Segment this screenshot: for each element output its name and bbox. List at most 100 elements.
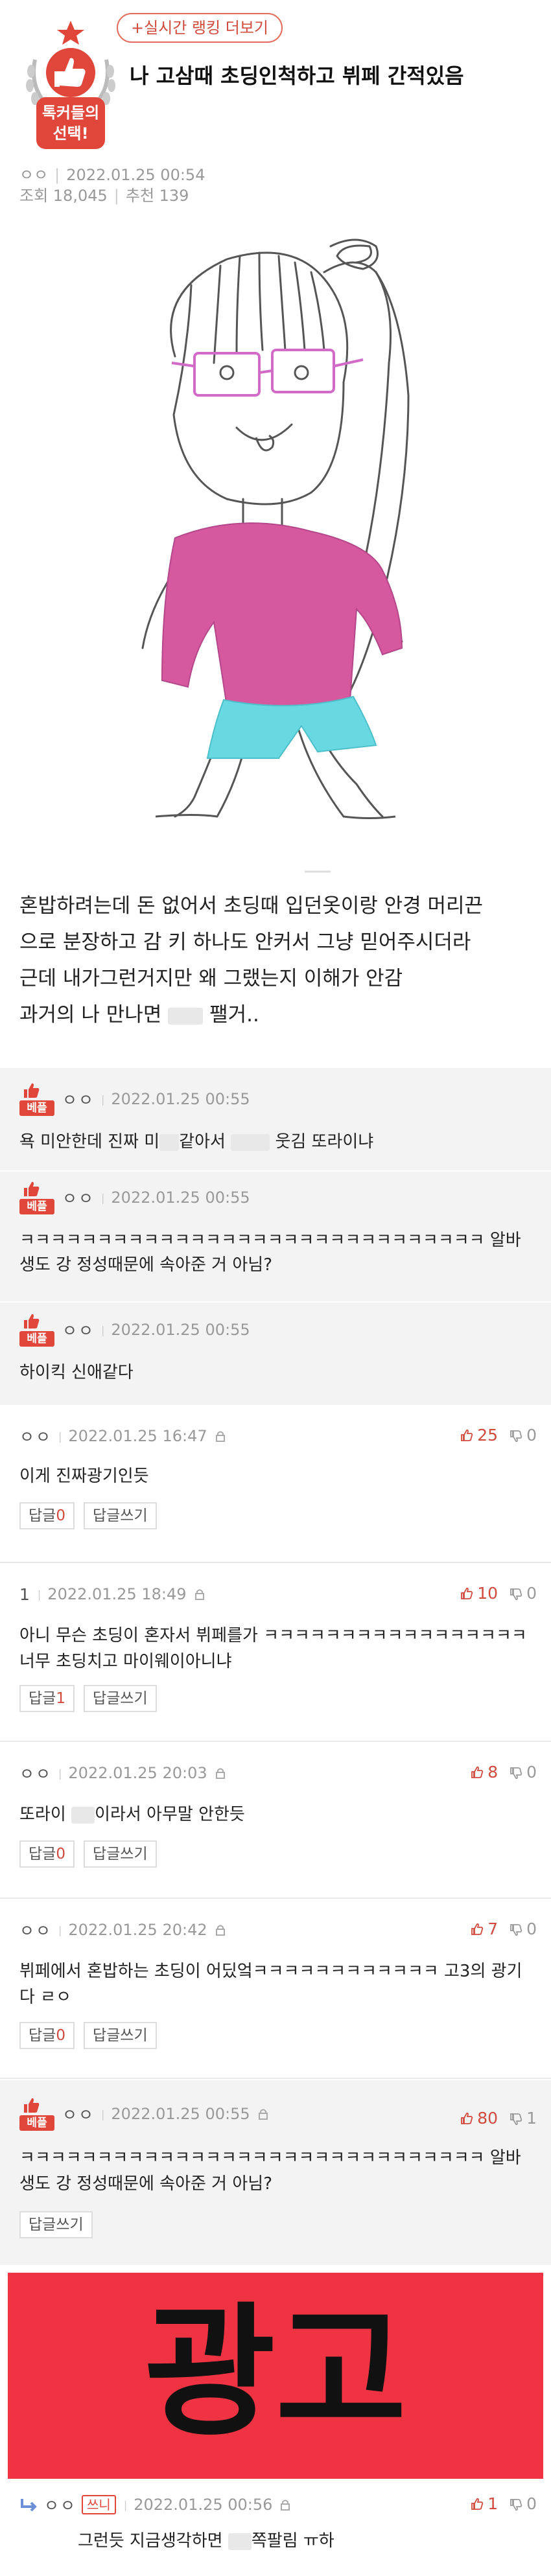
- comment-text-line-1: ㅋㅋㅋㅋㅋㅋㅋㅋㅋㅋㅋㅋㅋㅋㅋㅋㅋㅋㅋㅋㅋㅋㅋㅋㅋㅋㅋㅋㅋㅋ 알바: [19, 2148, 521, 2168]
- post-title: 나 고삼때 초딩인척하고 뷔페 간적있음: [130, 64, 464, 88]
- realtime-ranking-link[interactable]: +실시간 랭킹 더보기: [117, 13, 283, 43]
- thumbs-up-icon[interactable]: [471, 2498, 484, 2511]
- downvote-area: 0: [510, 1584, 537, 1603]
- comment-text-line-1: 뷔페에서 혼밥하는 초딩이 어딨엌ㅋㅋㅋㅋㅋㅋㅋㅋㅋㅋㅋㅋ 고3의 광기: [19, 1962, 522, 1981]
- comment-nick[interactable]: ㅇㅇ: [19, 1424, 52, 1448]
- post-line-1: 혼밥하려는데 돈 없어서 초딩때 입던옷이랑 안경 머리끈: [19, 894, 484, 918]
- upvote-count: 8: [487, 1763, 498, 1781]
- downvote-area: 0: [510, 1763, 537, 1781]
- replies-label: 답글: [29, 1690, 56, 1707]
- talkers-choice-badge: 톡커들의 선택!: [26, 21, 115, 149]
- upvote-count: 80: [477, 2109, 498, 2128]
- best-tag: 베플: [19, 1100, 54, 1116]
- comment-date: 2022.01.25 16:47: [68, 1427, 207, 1445]
- thumbs-down-icon[interactable]: [510, 1767, 522, 1780]
- replies-button[interactable]: 답글1: [19, 1685, 75, 1712]
- best-comments-section: 베플 ㅇㅇ | 2022.01.25 00:55 욕 미안한데 진짜 미 같아서 웃김…: [0, 1068, 551, 1405]
- write-reply-button[interactable]: 답글쓰기: [83, 2022, 157, 2049]
- downvote-count: 1: [526, 2109, 537, 2128]
- thumbs-up-icon[interactable]: [471, 1766, 484, 1779]
- thumbs-up-icon[interactable]: [460, 1587, 473, 1600]
- comment-date: 2022.01.25 00:55: [111, 2105, 250, 2123]
- divider: [0, 1562, 551, 1563]
- author-nick[interactable]: ㅇㅇ: [19, 166, 48, 184]
- post-line-4-b: 팰거..: [209, 1003, 259, 1027]
- comment-nick[interactable]: ㅇㅇ: [62, 2102, 95, 2126]
- lock-icon: [194, 1589, 204, 1600]
- best-badge-icon: 베플: [19, 2097, 54, 2131]
- comment-text-line-1: ㅋㅋㅋㅋㅋㅋㅋㅋㅋㅋㅋㅋㅋㅋㅋㅋㅋㅋㅋㅋㅋㅋㅋㅋㅋㅋㅋㅋㅋㅋ 알바: [19, 1231, 521, 1250]
- comment-text-line-2: 다 ㄹㅇ: [19, 1988, 72, 2007]
- post-line-2: 으로 분장하고 감 키 하나도 안커서 그냥 믿어주시더라: [19, 931, 471, 954]
- redacted-text: [228, 2533, 252, 2550]
- downvote-area: 0: [510, 1426, 537, 1445]
- comment-date: 2022.01.25 20:42: [68, 1921, 207, 1939]
- replies-count: 1: [56, 1690, 65, 1707]
- post-date: 2022.01.25 00:54: [66, 166, 205, 184]
- ad-label: 광고: [145, 2290, 407, 2455]
- divider: [0, 2078, 551, 2079]
- comment-text: 그런듯 지금생각하면 쪽팔림 ㅠ하: [78, 2528, 334, 2554]
- vote-box: 7 0: [471, 1920, 537, 1938]
- lock-icon: [258, 2109, 268, 2120]
- thumbs-down-icon[interactable]: [510, 2498, 522, 2511]
- lock-icon: [215, 1925, 225, 1936]
- comment-nick[interactable]: ㅇㅇ: [62, 1186, 95, 1209]
- replies-count: 0: [56, 2027, 65, 2044]
- post-meta: ㅇㅇ | 2022.01.25 00:54: [19, 166, 205, 184]
- comment-nick[interactable]: ㅇㅇ: [19, 1761, 52, 1785]
- redacted-text: [159, 1133, 180, 1151]
- vote-box: 25 0: [460, 1426, 537, 1445]
- comment-nick[interactable]: 1: [19, 1585, 31, 1604]
- comment-text-a: 또라이: [19, 1805, 66, 1824]
- comment-nick[interactable]: ㅇㅇ: [62, 1087, 95, 1111]
- comment-text-line-2: 생도 강 정성때문에 속아준 거 아님?: [19, 1255, 273, 1275]
- comment-text-line-2: 너무 초딩치고 마이웨이아니냐: [19, 1652, 232, 1671]
- post-drawing-image: [141, 238, 410, 873]
- upvote-count: 7: [487, 1920, 498, 1938]
- thumbs-down-icon[interactable]: [510, 2113, 522, 2126]
- replies-button[interactable]: 답글0: [19, 2022, 75, 2049]
- thumbs-down-icon[interactable]: [510, 1588, 522, 1601]
- replies-button[interactable]: 답글0: [19, 1502, 75, 1529]
- best-tag: 베플: [19, 1331, 54, 1347]
- comment-nick[interactable]: ㅇㅇ: [62, 1318, 95, 1341]
- ad-banner[interactable]: 광고: [8, 2273, 543, 2479]
- redacted-text: [71, 1806, 95, 1824]
- post-line-3: 근데 내가그런거지만 왜 그랬는지 이해가 안감: [19, 967, 403, 990]
- write-reply-button[interactable]: 답글쓰기: [83, 1502, 157, 1529]
- write-reply-button[interactable]: 답글쓰기: [19, 2211, 93, 2238]
- vote-box: 10 0: [460, 1584, 537, 1603]
- replies-label: 답글: [29, 1846, 56, 1862]
- thumbs-down-icon[interactable]: [510, 1430, 522, 1443]
- post-line-4-a: 과거의 나 만나면: [19, 1003, 162, 1027]
- write-reply-button[interactable]: 답글쓰기: [83, 1840, 157, 1868]
- comment-text-b: 같아서: [179, 1132, 226, 1152]
- reply-arrow-icon: [21, 2499, 37, 2512]
- comment-text-c: 웃김 또라이냐: [275, 1132, 374, 1152]
- badge-text-2: 선택!: [53, 124, 88, 143]
- vote-box: 1 0: [471, 2494, 537, 2513]
- downvote-count: 0: [526, 2494, 537, 2513]
- lock-icon: [281, 2500, 290, 2511]
- thumbs-up-icon[interactable]: [460, 1429, 473, 1442]
- post-line-4: 과거의 나 만나면 팰거..: [19, 997, 532, 1033]
- replies-button[interactable]: 답글0: [19, 1840, 75, 1868]
- comment-date: 2022.01.25 18:49: [47, 1585, 187, 1603]
- comment-date: 2022.01.25 00:56: [134, 2496, 273, 2514]
- redacted-text: [231, 1133, 270, 1151]
- comment-nick[interactable]: ㅇㅇ: [19, 1918, 52, 1942]
- write-reply-button[interactable]: 답글쓰기: [83, 1685, 157, 1712]
- best-badge-icon: 베플: [19, 1313, 54, 1347]
- comment-text-line-2: 생도 강 정성때문에 속아준 거 아님?: [19, 2174, 273, 2194]
- vote-box: 8 0: [471, 1763, 537, 1781]
- comment-nick[interactable]: ㅇㅇ: [44, 2493, 76, 2516]
- lock-icon: [215, 1431, 225, 1442]
- thumbs-down-icon[interactable]: [510, 1923, 522, 1936]
- thumbs-up-icon[interactable]: [460, 2112, 473, 2125]
- comment-date: 2022.01.25 00:55: [111, 1090, 250, 1108]
- downvote-count: 0: [526, 1584, 537, 1603]
- downvote-area: 0: [510, 1920, 537, 1938]
- comment-text-a: 욕 미안한데 진짜 미: [19, 1132, 160, 1152]
- thumbs-up-icon[interactable]: [471, 1923, 484, 1936]
